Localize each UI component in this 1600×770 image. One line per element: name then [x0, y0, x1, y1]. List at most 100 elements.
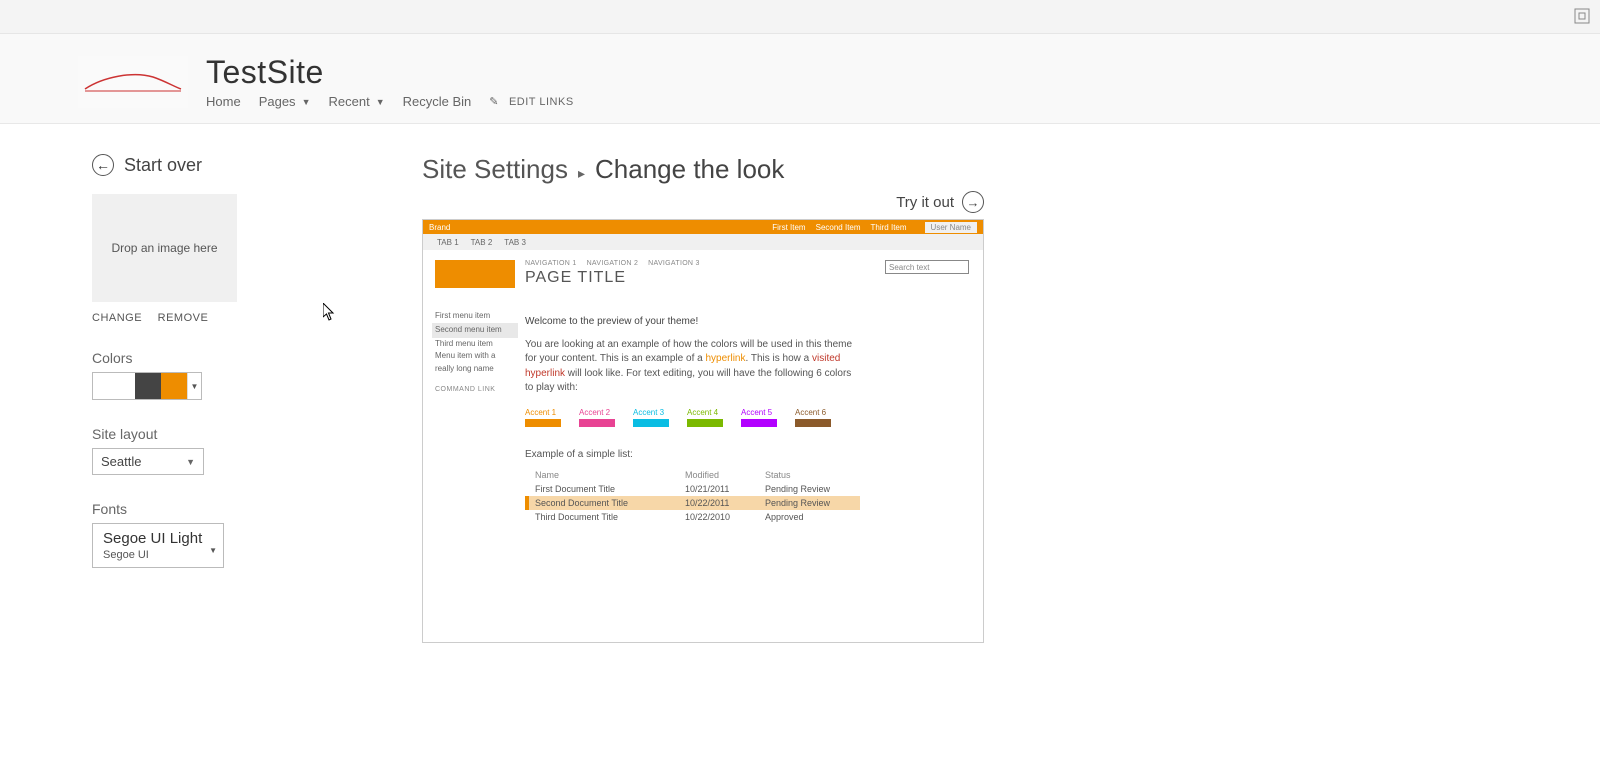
preview-logo-block [435, 260, 515, 288]
site-layout-value: Seattle [101, 454, 141, 469]
col-modified: Modified [685, 470, 765, 480]
preview-tab-2: TAB 2 [471, 238, 493, 247]
preview-nav-1: NAVIGATION 1 [525, 260, 577, 267]
chevron-down-icon: ▼ [186, 457, 195, 467]
site-logo[interactable] [78, 56, 188, 108]
cell-name: First Document Title [535, 484, 685, 494]
pencil-icon: ✎ [489, 95, 499, 108]
preview-text-seg: . This is how a [746, 353, 813, 364]
preview-table: Name Modified Status First Document Titl… [525, 468, 860, 524]
preview-menu-item: First menu item [435, 310, 515, 323]
preview-text-seg: will look like. For text editing, you wi… [525, 368, 851, 394]
theme-preview-pane: Brand First Item Second Item Third Item … [422, 219, 984, 643]
arrow-right-icon[interactable]: → [962, 191, 984, 213]
accent-2-label: Accent 2 [579, 408, 610, 417]
accent-4-label: Accent 4 [687, 408, 718, 417]
layout-label: Site layout [92, 426, 392, 442]
preview-menu-item-selected: Second menu item [432, 323, 518, 338]
focus-content-icon[interactable] [1574, 8, 1590, 24]
accent-5-label: Accent 5 [741, 408, 772, 417]
col-status: Status [765, 470, 860, 480]
chevron-down-icon: ▼ [376, 97, 385, 107]
preview-nav-2: NAVIGATION 2 [587, 260, 639, 267]
design-sidebar: ← Start over Drop an image here CHANGE R… [92, 154, 392, 643]
accent-6-label: Accent 6 [795, 408, 826, 417]
font-primary-value: Segoe UI Light [103, 530, 213, 547]
global-nav: Home Pages ▼ Recent ▼ Recycle Bin ✎ EDIT LI… [206, 94, 574, 109]
cell-name: Third Document Title [535, 512, 685, 522]
cell-name: Second Document Title [535, 498, 685, 508]
cell-modified: 10/22/2011 [685, 498, 765, 508]
nav-pages[interactable]: Pages ▼ [259, 94, 311, 109]
remove-image-button[interactable]: REMOVE [158, 312, 209, 324]
cell-status: Pending Review [765, 484, 860, 494]
preview-tab-1: TAB 1 [437, 238, 459, 247]
preview-menu-item: Menu item with a really long name [435, 350, 515, 376]
arrow-left-icon: ← [92, 154, 114, 176]
color-palette-picker[interactable]: ▼ [92, 372, 202, 400]
accent-2-swatch [579, 419, 615, 427]
preview-topnav-1: First Item [772, 223, 805, 232]
accent-3-swatch [633, 419, 669, 427]
nav-recent[interactable]: Recent ▼ [328, 94, 384, 109]
nav-recent-label: Recent [328, 94, 369, 109]
main-column: Site Settings ▸ Change the look Try it o… [392, 154, 1600, 643]
preview-command-link: COMMAND LINK [435, 386, 515, 393]
preview-brand: Brand [429, 223, 450, 232]
try-it-out-label[interactable]: Try it out [896, 194, 954, 211]
background-drop-zone[interactable]: Drop an image here [92, 194, 237, 302]
chevron-down-icon: ▼ [302, 97, 311, 107]
cell-modified: 10/21/2011 [685, 484, 765, 494]
table-row: Third Document Title 10/22/2010 Approved [525, 510, 860, 524]
nav-edit-links[interactable]: ✎ EDIT LINKS [489, 95, 573, 108]
chevron-down-icon[interactable]: ▼ [187, 373, 201, 399]
nav-home[interactable]: Home [206, 94, 241, 109]
breadcrumb-current: Change the look [595, 154, 784, 185]
change-image-button[interactable]: CHANGE [92, 312, 142, 324]
nav-recycle[interactable]: Recycle Bin [403, 94, 472, 109]
site-title[interactable]: TestSite [206, 56, 574, 88]
preview-suite-bar: Brand First Item Second Item Third Item … [423, 220, 983, 234]
drop-hint-text: Drop an image here [111, 241, 217, 255]
ribbon-bar [0, 0, 1600, 34]
preview-nav-3: NAVIGATION 3 [648, 260, 700, 267]
breadcrumb-separator-icon: ▸ [578, 165, 585, 182]
accent-4-swatch [687, 419, 723, 427]
chevron-down-icon: ▼ [209, 546, 217, 555]
edit-links-label: EDIT LINKS [509, 96, 574, 108]
preview-menu-item: Third menu item [435, 338, 515, 351]
nav-pages-label: Pages [259, 94, 296, 109]
preview-body-text: Welcome to the preview of your theme! Yo… [525, 315, 855, 396]
palette-swatch-light [93, 373, 135, 399]
preview-search-box: Search text [885, 260, 969, 274]
font-select[interactable]: Segoe UI Light Segoe UI ▼ [92, 523, 224, 568]
accent-6-swatch [795, 419, 831, 427]
breadcrumb: Site Settings ▸ Change the look [422, 154, 1600, 185]
preview-hyperlink: hyperlink [705, 353, 745, 364]
breadcrumb-root[interactable]: Site Settings [422, 154, 568, 185]
preview-welcome: Welcome to the preview of your theme! [525, 315, 855, 330]
table-row: First Document Title 10/21/2011 Pending … [525, 482, 860, 496]
cell-status: Pending Review [765, 498, 860, 508]
preview-search-placeholder: Search text [889, 263, 929, 272]
col-name: Name [535, 470, 685, 480]
palette-swatch-accent [161, 373, 187, 399]
preview-user: User Name [925, 222, 977, 233]
table-row-selected: Second Document Title 10/22/2011 Pending… [525, 496, 860, 510]
site-layout-select[interactable]: Seattle ▼ [92, 448, 204, 475]
font-secondary-value: Segoe UI [103, 549, 213, 561]
accent-1-label: Accent 1 [525, 408, 556, 417]
preview-table-caption: Example of a simple list: [525, 449, 971, 460]
preview-topnav-3: Third Item [871, 223, 907, 232]
start-over-link[interactable]: ← Start over [92, 154, 392, 176]
preview-topnav-2: Second Item [816, 223, 861, 232]
preview-tabs: TAB 1 TAB 2 TAB 3 [423, 234, 983, 250]
start-over-label: Start over [124, 155, 202, 176]
palette-swatch-dark [135, 373, 161, 399]
fonts-label: Fonts [92, 501, 392, 517]
preview-accent-row: Accent 1 Accent 2 Accent 3 Accent 4 Acce… [525, 408, 971, 427]
preview-quicklaunch: First menu item Second menu item Third m… [435, 260, 515, 642]
accent-5-swatch [741, 419, 777, 427]
accent-3-label: Accent 3 [633, 408, 664, 417]
preview-tab-3: TAB 3 [504, 238, 526, 247]
